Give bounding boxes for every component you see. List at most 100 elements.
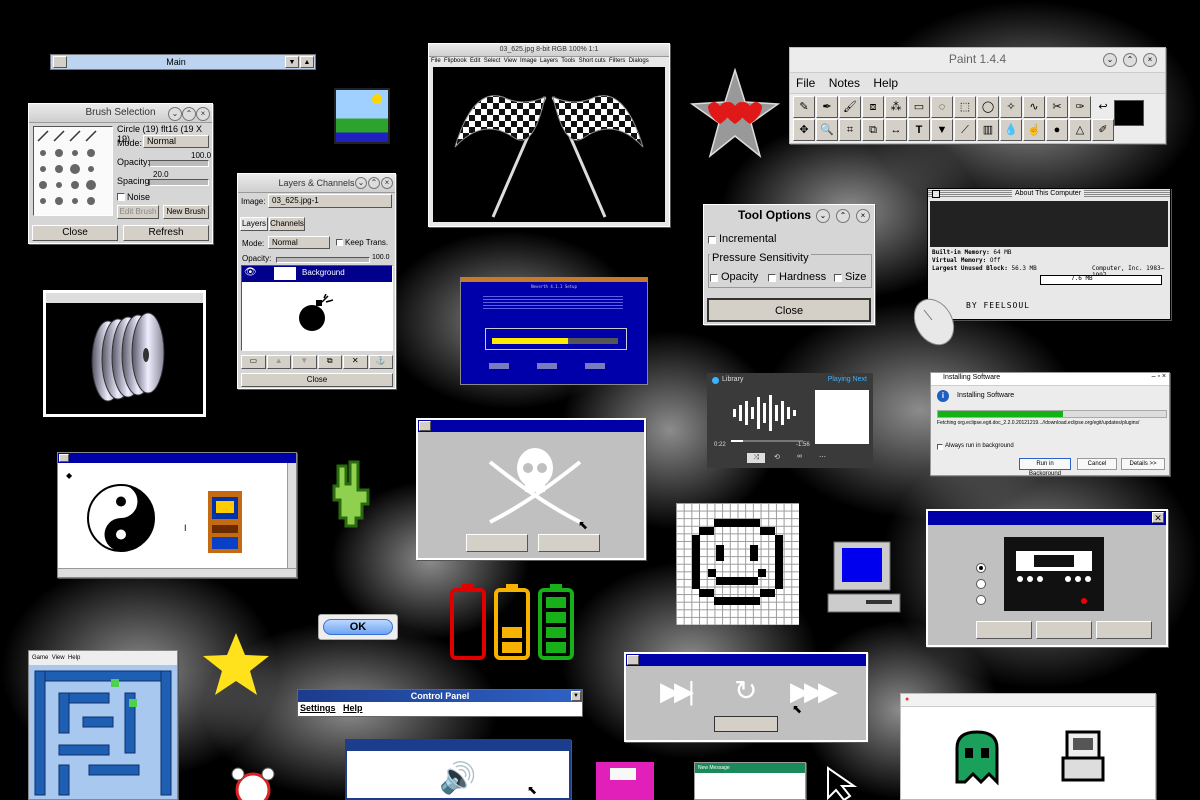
replay-icon[interactable]: ↻ [734, 674, 757, 707]
noise-checkbox[interactable] [117, 193, 125, 201]
dodge-icon[interactable]: ● [1046, 119, 1068, 141]
lower-layer-icon[interactable]: ▼ [292, 355, 317, 369]
menu-flipbook[interactable]: Flipbook [444, 58, 467, 64]
rect-select-icon[interactable]: ⬚ [954, 96, 976, 118]
radio-button-1[interactable] [976, 621, 1032, 639]
setup-titlebar[interactable] [461, 278, 647, 282]
path-tool-icon[interactable]: ∿ [1023, 96, 1045, 118]
bucket-fill-icon[interactable]: ▼ [931, 119, 953, 141]
about-titlebar[interactable]: About This Computer [928, 189, 1170, 198]
loop-icon[interactable]: ∞ [797, 453, 802, 460]
menu-tools[interactable]: Tools [561, 58, 575, 64]
minimize-icon[interactable]: ⌄ [168, 107, 182, 121]
flip-icon[interactable]: ↔ [885, 119, 907, 141]
vertical-scrollbar[interactable] [287, 463, 296, 569]
menu-help[interactable]: Help [873, 76, 898, 90]
image-select[interactable]: 03_625.jpg-1 [268, 194, 392, 208]
sound-titlebar[interactable] [347, 741, 569, 751]
playing-next-label[interactable]: Playing Next [828, 376, 867, 383]
menu-box-button[interactable] [53, 56, 67, 68]
dropdown-icon[interactable]: ▼ [571, 691, 581, 701]
menu-box-button[interactable] [59, 454, 69, 462]
opacity-checkbox[interactable] [710, 274, 718, 282]
radio-option-3[interactable] [976, 595, 986, 605]
layers-titlebar[interactable]: Layers & Channels ⌄ ⌃ × [238, 174, 395, 193]
maze-board[interactable] [29, 665, 177, 799]
menu-layers[interactable]: Layers [540, 58, 558, 64]
menu-edit[interactable]: Edit [470, 58, 480, 64]
move-tool-icon[interactable]: ✥ [793, 119, 815, 141]
menu-settings[interactable]: Settings [300, 703, 336, 713]
brush-tool-icon[interactable]: 🖌 [839, 96, 861, 118]
window-dots-icon[interactable]: ● [905, 696, 909, 703]
eye-icon[interactable]: 👁 [244, 267, 257, 278]
menu-view[interactable]: View [504, 58, 517, 64]
raise-layer-icon[interactable]: ▲ [266, 355, 291, 369]
more-icon[interactable]: ⋯ [819, 453, 826, 461]
keep-trans-checkbox[interactable] [336, 239, 343, 246]
magic-wand-icon[interactable]: ✧ [1000, 96, 1022, 118]
lasso-icon[interactable]: ◯ [977, 96, 999, 118]
menu-dialogs[interactable]: Dialogs [629, 58, 649, 64]
close-button[interactable]: Close [32, 225, 118, 241]
layer-row-selected[interactable]: 👁 Background [242, 266, 392, 282]
menu-help[interactable]: Help [343, 703, 363, 713]
radio-titlebar[interactable]: ✕ [928, 511, 1166, 525]
ok-button[interactable]: OK [318, 614, 398, 640]
install-titlebar[interactable]: Installing Software – ▫ × [931, 373, 1169, 386]
minimize-icon[interactable]: ⌄ [1103, 53, 1117, 67]
opacity-slider[interactable] [149, 160, 209, 167]
close-icon[interactable]: × [856, 209, 870, 223]
anchor-layer-icon[interactable]: ⚓ [368, 355, 393, 369]
menu-select[interactable]: Select [484, 58, 501, 64]
stamp-tool-icon[interactable]: ⧈ [862, 96, 884, 118]
control-panel-titlebar[interactable]: Control Panel ▼ [298, 690, 582, 702]
album-art[interactable] [815, 390, 869, 444]
maximize-icon[interactable]: ⌃ [836, 209, 850, 223]
duplicate-layer-icon[interactable]: ⧉ [317, 355, 342, 369]
eraser-tool-icon[interactable]: ▭ [908, 96, 930, 118]
swap-icon[interactable]: ↩ [1092, 96, 1114, 118]
always-bg-checkbox[interactable] [937, 444, 943, 450]
close-icon[interactable]: × [381, 177, 393, 189]
skip-forward-icon[interactable]: ▶▶| [660, 676, 695, 707]
blur-icon[interactable]: 💧 [1000, 119, 1022, 141]
media-titlebar[interactable] [626, 654, 866, 666]
menu-view[interactable]: View [52, 655, 65, 661]
gradient-icon[interactable]: ▥ [977, 119, 999, 141]
spacing-slider[interactable] [149, 179, 209, 186]
radio-option-2[interactable] [976, 579, 986, 589]
close-button[interactable]: Close [241, 373, 393, 387]
radio-button-3[interactable] [1096, 621, 1152, 639]
details-button[interactable]: Details >> [1121, 458, 1165, 470]
shuffle-button[interactable]: ⤨ [747, 453, 765, 463]
menu-box-button[interactable] [419, 421, 431, 431]
repeat-icon[interactable]: ⟲ [774, 453, 780, 461]
3d-viewport[interactable] [46, 303, 203, 414]
yin-yang-titlebar[interactable] [58, 453, 296, 463]
pirate-titlebar[interactable] [418, 420, 644, 432]
characters-titlebar[interactable]: ● [901, 694, 1155, 707]
foreground-color-swatch[interactable] [1114, 100, 1144, 126]
minimize-icon[interactable]: ⌄ [355, 177, 367, 189]
menu-file[interactable]: File [431, 58, 441, 64]
maximize-icon[interactable]: ⌃ [368, 177, 380, 189]
menu-file[interactable]: File [796, 76, 815, 90]
run-in-background-button[interactable]: Run in Background [1019, 458, 1071, 475]
menu-box-button[interactable] [627, 655, 639, 665]
main-titlebar[interactable]: Main ▼ ▲ [50, 54, 316, 70]
close-icon[interactable]: ✕ [1152, 512, 1164, 523]
close-box-icon[interactable] [932, 190, 940, 198]
maximize-icon[interactable]: ⌃ [1123, 53, 1137, 67]
menu-game[interactable]: Game [32, 655, 48, 661]
action-button[interactable] [714, 716, 778, 732]
scissors-icon[interactable]: ✂ [1046, 96, 1068, 118]
hardness-checkbox[interactable] [768, 274, 776, 282]
cancel-button[interactable]: Cancel [1077, 458, 1117, 470]
3d-viewer-titlebar[interactable] [46, 293, 203, 303]
size-checkbox[interactable] [834, 274, 842, 282]
mode-select[interactable]: Normal [143, 135, 209, 148]
close-icon[interactable]: × [196, 107, 210, 121]
text-tool-icon[interactable]: T [908, 119, 930, 141]
eyedropper-icon[interactable]: ⟋ [954, 119, 976, 141]
